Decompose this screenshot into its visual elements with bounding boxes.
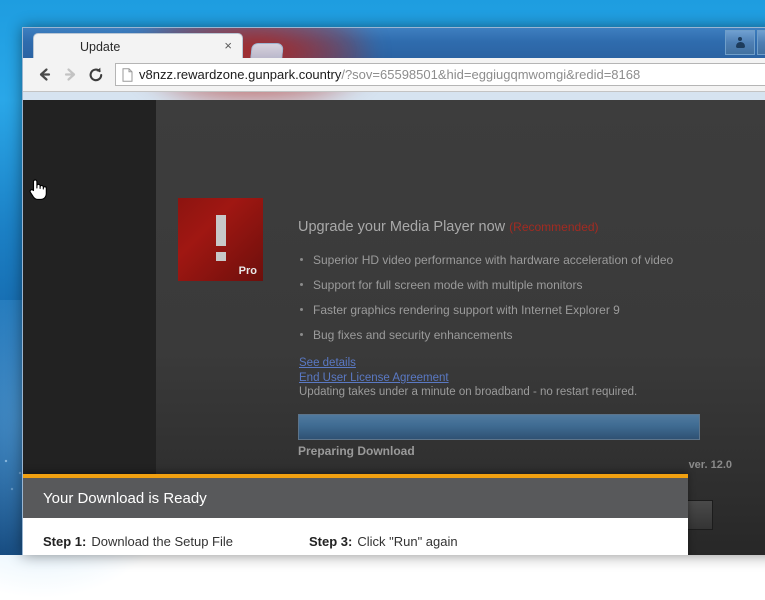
profile-button[interactable]: [725, 30, 755, 55]
browser-window: Update ×: [22, 27, 765, 555]
page-title: Upgrade your Media Player now (Recommend…: [298, 219, 599, 235]
arrow-left-icon: [36, 66, 53, 83]
close-icon[interactable]: ×: [224, 38, 232, 54]
headline-text: Upgrade your Media Player now: [298, 219, 505, 235]
back-button[interactable]: [31, 62, 57, 88]
exclamation-dot-icon: [216, 252, 226, 261]
step-label: Step 3:: [309, 534, 352, 549]
step-text: Click "Run" again: [357, 534, 457, 549]
page-viewport: Pro Upgrade your Media Player now (Recom…: [23, 100, 765, 555]
step-row: Step 1: Download the Setup File: [43, 534, 238, 549]
update-note: Updating takes under a minute on broadba…: [299, 386, 637, 398]
url-query: /?sov=65598501&hid=eggiugqmwomgi&redid=8…: [341, 67, 640, 82]
download-progress-bar: [298, 414, 700, 440]
progress-status-label: Preparing Download: [298, 444, 415, 458]
url-text: v8nzz.rewardzone.gunpark.country/?sov=65…: [139, 67, 640, 82]
steps-column-left: Step 1:Download the Setup File Step 2:Cl…: [43, 534, 238, 555]
pro-badge-label: Pro: [239, 265, 257, 277]
step-row: Step 3: Click "Run" again: [309, 534, 513, 549]
overlay-title: Your Download is Ready: [43, 490, 207, 507]
download-ready-overlay: Your Download is Ready Step 1: Download t…: [23, 474, 688, 555]
tab-title: Update: [80, 40, 120, 54]
window-menu-button[interactable]: [757, 30, 765, 55]
list-item: Superior HD video performance with hardw…: [299, 253, 699, 267]
reload-button[interactable]: [83, 62, 109, 88]
list-item: Bug fixes and security enhancements: [299, 328, 699, 342]
exclamation-mark-icon: [216, 215, 226, 246]
document-icon: [122, 68, 133, 82]
window-controls: [725, 28, 765, 56]
person-icon: [735, 37, 746, 49]
arrow-right-icon: [62, 66, 79, 83]
step-text: Download the Setup File: [91, 534, 233, 549]
version-label: ver. 12.0: [689, 459, 732, 471]
reload-icon: [87, 66, 105, 84]
step-label: Step 1:: [43, 534, 86, 549]
address-bar[interactable]: v8nzz.rewardzone.gunpark.country/?sov=65…: [115, 63, 765, 86]
overlay-header: Your Download is Ready: [23, 478, 688, 518]
forward-button[interactable]: [57, 62, 83, 88]
feature-list: Superior HD video performance with hardw…: [299, 253, 699, 353]
mouse-cursor-pointing-hand: [26, 176, 48, 202]
progress-bar-fill: [299, 415, 699, 439]
see-details-link[interactable]: See details: [299, 357, 449, 369]
media-player-pro-logo: Pro: [178, 198, 263, 281]
list-item: Support for full screen mode with multip…: [299, 278, 699, 292]
tab-update[interactable]: Update ×: [33, 33, 243, 59]
browser-toolbar: v8nzz.rewardzone.gunpark.country/?sov=65…: [23, 58, 765, 92]
overlay-body: Step 1:Download the Setup File Step 2:Cl…: [23, 518, 688, 555]
tab-strip: Update ×: [23, 33, 233, 59]
page-links: See details End User License Agreement: [299, 357, 449, 387]
list-item: Faster graphics rendering support with I…: [299, 303, 699, 317]
eula-link[interactable]: End User License Agreement: [299, 372, 449, 384]
recommended-label: (Recommended): [509, 220, 598, 234]
browser-titlebar: Update ×: [23, 28, 765, 58]
url-host: v8nzz.rewardzone.gunpark.country: [139, 67, 341, 82]
steps-column-right: Step 3:Click "Run" again Step 4:Quick in…: [309, 534, 513, 555]
